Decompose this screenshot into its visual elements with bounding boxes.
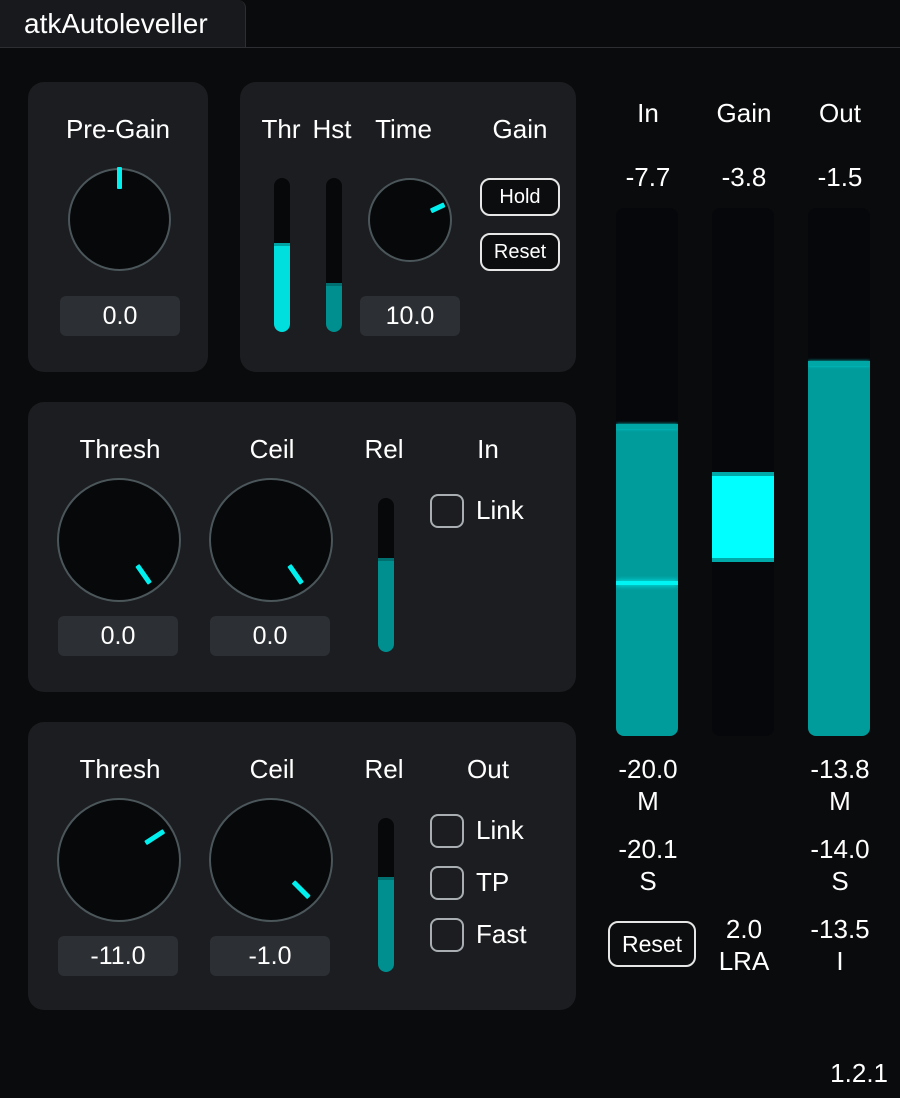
in-ceil-value-field[interactable]: 0.0: [210, 616, 330, 656]
gain-bar: [712, 472, 774, 562]
plugin-title-tab: atkAutoleveller: [0, 0, 246, 47]
checkbox-label: Fast: [476, 919, 527, 949]
out-short-term-label: S: [831, 866, 849, 896]
knob-indicator: [143, 829, 165, 846]
slider-cap: [378, 876, 394, 880]
meter-gain-label: Gain: [716, 98, 772, 128]
plugin-title: atkAutoleveller: [24, 8, 208, 39]
slider-cap: [274, 242, 290, 246]
out-rel-slider[interactable]: [378, 818, 394, 972]
out-integrated-label: I: [836, 946, 844, 976]
lra-value: 2.0: [725, 914, 763, 944]
out-section-header: Out: [467, 754, 509, 784]
gain-reduction-meter: [712, 208, 774, 736]
in-thresh-value-field[interactable]: 0.0: [58, 616, 178, 656]
checkbox-label: Link: [476, 815, 524, 845]
in-momentary-label: M: [637, 786, 659, 816]
time-label: Time: [375, 114, 432, 144]
hold-button[interactable]: Hold: [480, 178, 560, 216]
in-ceil-label: Ceil: [249, 434, 295, 464]
knob-indicator: [291, 880, 311, 900]
out-tp-checkbox[interactable]: TP: [430, 866, 550, 902]
out-ceil-label: Ceil: [249, 754, 295, 784]
meter-out-label: Out: [819, 98, 861, 128]
gain-label: Gain: [492, 114, 548, 144]
slider-cap: [326, 282, 342, 286]
checkbox-box[interactable]: [430, 866, 464, 900]
in-rel-slider[interactable]: [378, 498, 394, 652]
checkbox-box[interactable]: [430, 918, 464, 952]
slider-fill: [378, 558, 394, 652]
pregain-knob[interactable]: [68, 166, 171, 271]
in-short-term-value: -20.1: [618, 834, 678, 864]
meter-in-label: In: [637, 98, 659, 128]
title-bar: atkAutoleveller: [0, 0, 900, 48]
input-level-meter: [616, 208, 678, 736]
checkbox-box[interactable]: [430, 814, 464, 848]
out-ceil-knob[interactable]: [209, 798, 333, 922]
meter-peak-cap: [808, 361, 870, 367]
hst-slider[interactable]: [326, 178, 342, 332]
knob-indicator: [429, 201, 446, 213]
slider-fill: [378, 876, 394, 972]
out-momentary-label: M: [829, 786, 851, 816]
lra-label: LRA: [718, 946, 770, 976]
out-short-term-value: -14.0: [810, 834, 870, 864]
loudness-reset-button[interactable]: Reset: [608, 921, 696, 967]
in-leveller-panel: Thresh Ceil Rel In 0.0 0.0 Link: [28, 402, 576, 692]
thr-label: Thr: [261, 114, 301, 144]
in-ceil-knob[interactable]: [209, 478, 333, 602]
in-link-checkbox[interactable]: Link: [430, 494, 550, 530]
checkbox-label: Link: [476, 495, 524, 525]
in-section-header: In: [477, 434, 499, 464]
meter-gain-peak[interactable]: -3.8: [694, 162, 794, 193]
version-label: 1.2.1: [830, 1058, 888, 1088]
meter-out-peak[interactable]: -1.5: [790, 162, 890, 193]
out-leveller-panel: Thresh Ceil Rel Out -11.0 -1.0 Link TP F…: [28, 722, 576, 1010]
out-ceil-value-field[interactable]: -1.0: [210, 936, 330, 976]
time-value-field[interactable]: 10.0: [360, 296, 460, 336]
in-momentary-value: -20.0: [618, 754, 678, 784]
out-thresh-knob[interactable]: [57, 798, 181, 922]
hst-label: Hst: [312, 114, 352, 144]
meter-fill: [808, 361, 870, 736]
meter-peak-cap: [616, 424, 678, 430]
out-momentary-value: -13.8: [810, 754, 870, 784]
out-integrated-value: -13.5: [810, 914, 870, 944]
out-link-checkbox[interactable]: Link: [430, 814, 550, 850]
slider-fill: [274, 242, 290, 332]
in-short-term-label: S: [639, 866, 657, 896]
checkbox-box[interactable]: [430, 494, 464, 528]
gain-reset-button[interactable]: Reset: [480, 233, 560, 271]
meter-in-peak[interactable]: -7.7: [598, 162, 698, 193]
out-rel-label: Rel: [364, 754, 404, 784]
pregain-value-field[interactable]: 0.0: [60, 296, 180, 336]
in-thresh-label: Thresh: [79, 434, 161, 464]
in-rel-label: Rel: [364, 434, 404, 464]
pregain-label: Pre-Gain: [65, 114, 171, 144]
slider-fill: [326, 282, 342, 332]
output-level-meter: [808, 208, 870, 736]
time-knob[interactable]: [368, 178, 452, 262]
meter-threshold-line: [616, 580, 678, 585]
knob-indicator: [117, 166, 122, 189]
out-thresh-label: Thresh: [79, 754, 161, 784]
gain-time-panel: Thr Hst Time Gain 10.0 Hold Reset: [240, 82, 576, 372]
pregain-panel: Pre-Gain 0.0: [28, 82, 208, 372]
out-thresh-value-field[interactable]: -11.0: [58, 936, 178, 976]
slider-cap: [378, 558, 394, 562]
checkbox-label: TP: [476, 867, 510, 897]
knob-indicator: [286, 563, 304, 585]
in-thresh-knob[interactable]: [57, 478, 181, 602]
knob-indicator: [134, 563, 152, 585]
thr-slider[interactable]: [274, 178, 290, 332]
out-fast-checkbox[interactable]: Fast: [430, 918, 550, 954]
